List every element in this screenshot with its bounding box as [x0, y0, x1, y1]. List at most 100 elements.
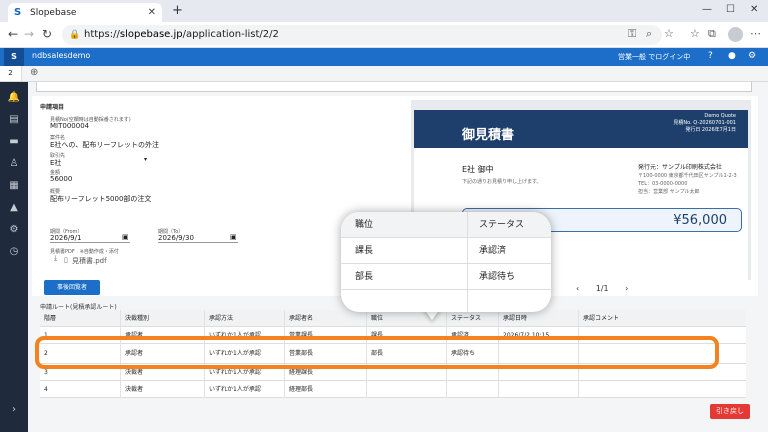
favorites-icon[interactable]: ☆ [690, 27, 700, 40]
pdf-file-link[interactable]: 見積書.pdf [72, 256, 107, 266]
table-cell [366, 381, 371, 398]
browser-tab[interactable]: S Slopebase ✕ [8, 3, 162, 22]
reload-icon[interactable]: ↻ [42, 27, 52, 41]
page-indicator: 1/1 [595, 284, 609, 293]
quote-meta: Demo Quote 見積No. Q-20260701-001 発行日 2026… [673, 113, 736, 134]
login-status: 営業一般 でログイン中 [618, 53, 691, 61]
quote-issuer-rep: 担当：営業部 サンプル太郎 [638, 189, 700, 195]
popover-row [341, 290, 551, 312]
close-window-icon[interactable]: ✕ [750, 4, 758, 15]
notification-icon[interactable]: 🔔 [0, 92, 28, 103]
key-icon[interactable]: ⚿ [628, 27, 636, 41]
status-popover: 職位 ステータス 課長 承認済 部長 承認待ち [341, 212, 551, 312]
gear-icon[interactable]: ⚙ [0, 224, 28, 235]
pager: ‹ 1/1 › [576, 284, 628, 293]
withdraw-button[interactable]: 引き戻し [710, 404, 750, 419]
chevron-down-icon[interactable]: ▾ [144, 156, 147, 163]
table-row[interactable]: 4 決裁者 いずれか1人が承認 経理部長 [40, 381, 746, 398]
sidebar: 🔔 ▤ ▬ ♙ ▦ ▲ ⚙ ◷ › [0, 82, 28, 432]
summary-field[interactable]: 配布リーフレット5000部の注文 [50, 194, 151, 204]
new-tab-icon[interactable]: + [172, 3, 183, 18]
expand-sidebar-icon[interactable]: › [0, 404, 28, 415]
table-cell: 経理部長 [284, 381, 313, 398]
quote-client: E社 御中 [462, 165, 494, 174]
url-host: slopebase.jp [119, 29, 183, 40]
lock-icon: 🔒 [69, 30, 81, 40]
menu-icon[interactable]: ⋯ [750, 27, 761, 40]
column-header: 承認コメント [578, 310, 619, 327]
graduation-icon[interactable]: ▲ [0, 202, 28, 213]
column-header: 階層 [44, 315, 57, 322]
calendar-icon[interactable]: ▣ [230, 233, 237, 241]
column-header: ステータス [446, 310, 481, 327]
quote-client-note: 下記の通りお見積り申し上げます。 [462, 179, 542, 185]
add-tab-icon[interactable]: ⊕ [30, 67, 38, 78]
prev-page-icon[interactable]: ‹ [576, 284, 579, 293]
quote-meta-line: Demo Quote [704, 113, 736, 119]
end-date-field[interactable]: 2026/9/30 [158, 234, 238, 243]
app-tab-strip: 2 ⊕ [0, 66, 768, 82]
post-approver-button[interactable]: 事後回覧者 [44, 280, 100, 295]
quote-issuer: 発行元：サンプル印刷株式会社 [638, 164, 722, 171]
person-icon[interactable]: ♙ [0, 158, 28, 169]
maximize-icon[interactable]: ☐ [726, 4, 735, 15]
url-path: /application-list/2/2 [182, 29, 279, 40]
quote-meta-line: 発行日 2026年7月1日 [685, 127, 736, 133]
column-header: 承認者名 [284, 310, 313, 327]
popover-row: 部長 承認待ち [341, 264, 551, 290]
highlight-annotation [35, 336, 719, 369]
popover-column-header: 職位 [355, 220, 374, 230]
history-icon[interactable]: ◷ [0, 246, 28, 257]
popover-column-header: ステータス [479, 220, 525, 230]
url-prefix: https:// [84, 29, 120, 40]
table-cell [498, 381, 503, 398]
quote-title: 御見積書 [462, 128, 515, 143]
quote-header-band: 御見積書 Demo Quote 見積No. Q-20260701-001 発行日… [414, 110, 748, 148]
browser-tab-title: Slopebase [30, 7, 77, 18]
table-cell [446, 381, 451, 398]
table-cell [578, 381, 583, 398]
quote-issuer-tel: TEL：03-0000-0000 [638, 181, 688, 187]
client-select[interactable]: E社 [50, 158, 61, 168]
column-header: 職位 [366, 310, 383, 327]
app-tab[interactable]: 2 [0, 66, 22, 81]
start-date-field[interactable]: 2026/9/1 [50, 234, 130, 243]
document-icon[interactable]: ▤ [0, 114, 28, 125]
profile-avatar[interactable] [728, 27, 743, 42]
amount-field[interactable]: 56000 [50, 175, 72, 183]
section-title: 申請項目 [40, 104, 65, 111]
minimize-icon[interactable]: — [702, 4, 712, 15]
back-icon[interactable]: ← [8, 27, 18, 41]
star-icon[interactable]: ☆ [664, 27, 674, 40]
project-name-field[interactable]: E社への、配布リーフレットの外注 [50, 140, 159, 150]
url-field[interactable]: 🔒 https://slopebase.jp/application-list/… [62, 25, 662, 45]
close-tab-icon[interactable]: ✕ [148, 7, 156, 18]
help-icon[interactable]: ? [708, 51, 713, 61]
popover-row: 課長 承認済 [341, 238, 551, 264]
download-icon[interactable]: ⤓ [54, 254, 57, 263]
collections-icon[interactable]: ⧉ [708, 27, 716, 41]
clipboard-icon[interactable]: ▦ [0, 180, 28, 191]
zoom-icon[interactable]: ⌕ [646, 27, 652, 41]
popover-cell: 課長 [355, 246, 374, 256]
next-page-icon[interactable]: › [625, 284, 628, 293]
browser-tab-bar: S Slopebase ✕ + — ☐ ✕ [0, 0, 768, 22]
file-icon: ▯ [64, 256, 68, 264]
settings-icon[interactable]: ⚙ [748, 51, 756, 61]
quote-issuer-address: 〒100-0000 東京都千代田区サンプル1-2-3 [638, 173, 737, 179]
forward-icon[interactable]: → [24, 27, 34, 41]
quote-meta-line: 見積No. Q-20260701-001 [673, 120, 736, 126]
table-cell: 決裁者 [120, 381, 143, 398]
quote-no-field[interactable]: MIT000004 [50, 122, 89, 130]
popover-header-row: 職位 ステータス [341, 212, 551, 238]
top-textarea[interactable] [36, 82, 752, 92]
slopebase-logo-icon[interactable]: S [4, 48, 24, 66]
user-icon[interactable]: ● [728, 51, 736, 61]
popover-cell: 承認待ち [479, 272, 516, 282]
calendar-icon[interactable]: ▣ [122, 233, 129, 241]
folder-icon[interactable]: ▬ [0, 136, 28, 147]
popover-cell: 承認済 [479, 246, 507, 256]
app-header: S ndbsalesdemo 営業一般 でログイン中 ? ● ⚙ [0, 48, 768, 66]
pdf-label: 見積書PDF ※自動作成・添付 [50, 249, 119, 255]
column-header: 決裁種別 [120, 310, 149, 327]
